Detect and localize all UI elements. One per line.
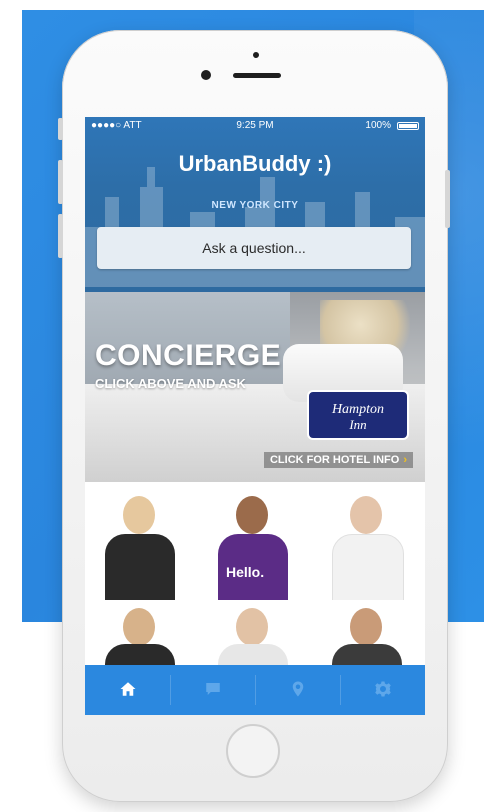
battery-icon [397,122,419,130]
person-head [350,496,382,534]
person-body [332,644,402,665]
concierge-banner[interactable]: CONCIERGE CLICK ABOVE AND ASK Hampton In… [85,292,425,482]
person-tile[interactable] [312,482,425,600]
tab-map[interactable] [255,665,340,715]
tab-home[interactable] [85,665,170,715]
app-title: UrbanBuddy :) [178,151,332,176]
mute-switch [58,118,63,140]
banner-subheadline: CLICK ABOVE AND ASK [95,376,246,391]
home-icon [119,680,137,701]
hampton-inn-logo[interactable]: Hampton Inn [307,390,409,440]
person-tile[interactable] [312,600,425,665]
hotel-info-label: CLICK FOR HOTEL INFO [269,454,400,466]
person-tile[interactable]: Hello. [198,482,312,600]
app-screen: ●●●●○ ATT 9:25 PM 100% UrbanBuddy :) NEW… [85,117,425,715]
person-head [236,496,268,534]
front-camera [201,70,211,80]
person-head [123,496,155,534]
people-grid: Hello. [85,482,425,665]
person-body [218,644,288,665]
person-head [350,608,382,646]
person-tile[interactable] [85,482,198,600]
person-body [105,644,175,665]
person-tile[interactable] [85,600,198,665]
hampton-logo-line2: Inn [349,417,367,432]
person-head [236,608,268,646]
ask-question-input[interactable]: Ask a question... [97,227,411,269]
chat-icon [203,680,223,701]
person-tile[interactable] [198,600,312,665]
home-button[interactable] [226,724,280,778]
tab-messages[interactable] [170,665,255,715]
person-body [105,534,175,600]
battery-percent: 100% [365,120,391,131]
status-bar: ●●●●○ ATT 9:25 PM 100% [85,120,425,134]
tab-settings[interactable] [340,665,425,715]
proximity-sensor [253,52,259,58]
city-label[interactable]: NEW YORK CITY [85,200,425,211]
banner-headline: CONCIERGE [95,339,282,372]
location-pin-icon [289,680,307,701]
volume-down-button [58,214,63,258]
header-hero: ●●●●○ ATT 9:25 PM 100% UrbanBuddy :) NEW… [85,117,425,292]
volume-up-button [58,160,63,204]
bottom-tab-bar [85,665,425,715]
gear-icon [374,680,392,701]
shirt-text: Hello. [226,564,265,580]
hampton-logo-line1: Hampton [331,402,385,417]
power-button [445,170,450,228]
chevron-right-icon: › [403,454,407,466]
person-body [332,534,404,600]
earpiece-speaker [233,73,281,78]
hotel-info-link[interactable]: CLICK FOR HOTEL INFO › [263,452,413,468]
ask-question-placeholder: Ask a question... [202,240,306,256]
person-head [123,608,155,646]
